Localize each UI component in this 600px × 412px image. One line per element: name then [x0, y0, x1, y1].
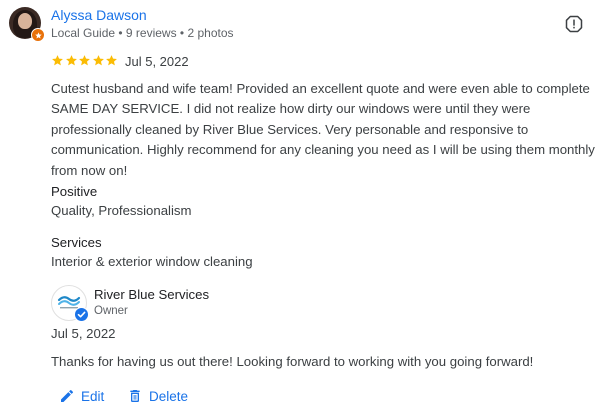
services-value: Interior & exterior window cleaning [51, 254, 253, 269]
review-date: Jul 5, 2022 [125, 54, 189, 69]
response-text: Thanks for having us out there! Looking … [51, 354, 534, 369]
verified-check-icon [74, 307, 89, 322]
review-card: Alyssa Dawson Local Guide • 9 reviews • … [0, 0, 600, 412]
reviewer-meta: Local Guide • 9 reviews • 2 photos [51, 26, 234, 40]
delete-label: Delete [149, 388, 189, 404]
star-icon [92, 55, 104, 66]
delete-button[interactable]: Delete [127, 387, 188, 405]
report-icon [565, 15, 583, 33]
report-button[interactable] [565, 15, 583, 33]
star-icon [65, 55, 77, 66]
edit-label: Edit [81, 388, 105, 404]
edit-button[interactable]: Edit [59, 387, 104, 405]
response-date: Jul 5, 2022 [51, 326, 116, 341]
positive-value: Quality, Professionalism [51, 203, 192, 218]
star-rating [51, 54, 119, 68]
star-icon [79, 55, 90, 66]
reviewer-avatar[interactable] [9, 7, 45, 42]
reviewer-name[interactable]: Alyssa Dawson [51, 7, 147, 23]
owner-role: Owner [94, 305, 128, 317]
review-text: Cutest husband and wife team! Provided a… [51, 81, 595, 178]
star-icon [106, 55, 117, 66]
owner-business-name[interactable]: River Blue Services [94, 287, 209, 302]
pencil-icon [61, 389, 74, 402]
trash-icon [130, 390, 140, 402]
services-label: Services [51, 235, 102, 250]
star-icon [52, 55, 63, 66]
business-logo [51, 285, 89, 322]
positive-label: Positive [51, 184, 98, 199]
local-guide-badge-icon [31, 28, 45, 42]
avatar-face [18, 13, 32, 29]
